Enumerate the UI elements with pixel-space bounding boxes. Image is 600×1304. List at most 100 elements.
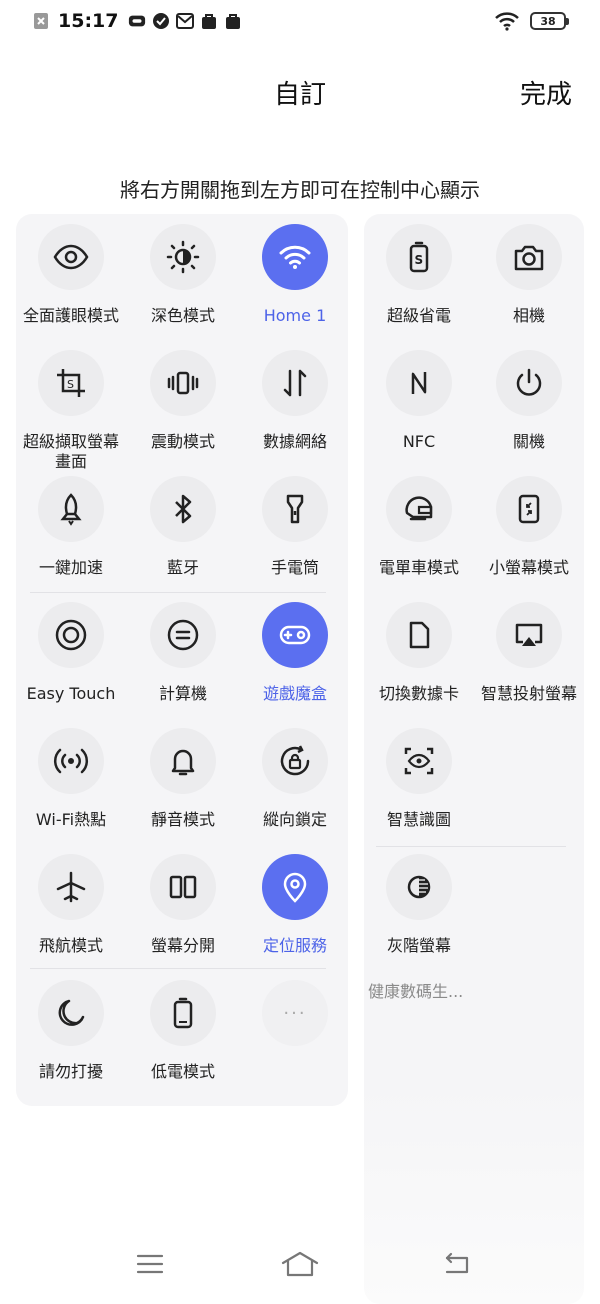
status-bar: 15:17 38 [0,0,600,48]
svg-text:S: S [415,253,424,267]
tile-label: 計算機 [158,684,207,703]
tile-label: 智慧識圖 [386,810,451,829]
tile-grayscale[interactable]: 灰階螢幕 [364,854,474,956]
tile-split-screen[interactable]: 螢幕分開 [128,854,238,956]
tile-super-power-saving[interactable]: S 超級省電 [364,224,474,326]
back-icon [445,1252,469,1274]
tile-switch-sim[interactable]: 切換數據卡 [364,602,474,704]
tile-silent[interactable]: 靜音模式 [128,728,238,830]
tile-eye-care[interactable]: 全面護眼模式 [16,224,126,326]
tile-label: Wi-Fi熱點 [35,810,107,829]
screen-cast-icon [496,602,562,668]
tile-label: 超級省電 [386,306,451,325]
tile-power-off[interactable]: 關機 [474,350,584,452]
tile-mobile-data[interactable]: 數據網絡 [240,350,350,452]
tile-label: 定位服務 [262,936,327,955]
tile-label: 電單車模式 [378,558,459,577]
status-right: 38 [494,12,569,31]
tile-flashlight[interactable]: 手電筒 [240,476,350,578]
check-icon [152,12,170,30]
tile-screenshot[interactable]: S 超級擷取螢幕畫面 [16,350,126,472]
dark-mode-icon [150,224,216,290]
tile-visual-search[interactable]: 智慧識圖 [364,728,474,830]
tile-label: 全面護眼模式 [22,306,119,325]
bluetooth-icon [150,476,216,542]
power-saving-icon: S [386,224,452,290]
page-title: 自訂 [273,80,326,110]
health-digital-label[interactable]: 健康數碼生... [368,978,463,1002]
menu-button[interactable] [130,1246,170,1282]
tile-do-not-disturb[interactable]: 請勿打擾 [16,980,126,1082]
close-notification-icon [32,12,50,30]
tile-label: 灰階螢幕 [386,936,451,955]
rocket-icon [38,476,104,542]
grayscale-icon [386,854,452,920]
home-icon [281,1251,319,1277]
wifi-signal-icon [494,12,520,31]
tile-dark-mode[interactable]: 深色模式 [128,224,238,326]
tile-boost[interactable]: 一鍵加速 [16,476,126,578]
split-screen-icon [150,854,216,920]
flashlight-icon [262,476,328,542]
vibrate-icon [150,350,216,416]
wifi-icon [262,224,328,290]
mobile-data-icon [262,350,328,416]
eye-icon [38,224,104,290]
hotspot-icon [38,728,104,794]
camera-icon [496,224,562,290]
tile-airplane[interactable]: 飛航模式 [16,854,126,956]
tile-nfc[interactable]: NFC [364,350,474,452]
tile-calculator[interactable]: 計算機 [128,602,238,704]
header: 自訂 完成 [0,60,600,124]
moon-icon [38,980,104,1046]
battery-icon [150,980,216,1046]
tile-low-power[interactable]: 低電模式 [128,980,238,1082]
done-button[interactable]: 完成 [520,74,572,111]
tile-screen-cast[interactable]: 智慧投射螢幕 [474,602,584,704]
tile-label: 縱向鎖定 [262,810,327,829]
tile-game-box[interactable]: 遊戲魔盒 [240,602,350,704]
tile-label: NFC [402,432,436,451]
tile-label: 超級擷取螢幕畫面 [22,432,119,471]
battery-indicator: 38 [530,12,569,30]
bag-icon [200,12,218,30]
navigation-bar [0,1240,600,1290]
tile-more[interactable]: ··· [240,980,350,1046]
tile-wifi[interactable]: Home 1 [240,224,350,326]
tile-label: 相機 [512,306,545,325]
tile-hotspot[interactable]: Wi-Fi熱點 [16,728,126,830]
status-left: 15:17 [32,10,242,32]
tile-camera[interactable]: 相機 [474,224,584,326]
more-icon: ··· [262,980,328,1046]
tile-label: Easy Touch [26,684,116,703]
tile-bluetooth[interactable]: 藍牙 [128,476,238,578]
status-time: 15:17 [58,10,119,32]
mail-icon [176,12,195,30]
tile-rotation-lock[interactable]: 縱向鎖定 [240,728,350,830]
bag-icon [224,12,242,30]
power-icon [496,350,562,416]
rotation-lock-icon [262,728,328,794]
calculator-icon [150,602,216,668]
home-button[interactable] [280,1246,320,1282]
back-button[interactable] [436,1246,476,1282]
tile-location[interactable]: 定位服務 [240,854,350,956]
gamepad-icon [262,602,328,668]
tile-motorcycle-mode[interactable]: 電單車模式 [364,476,474,578]
visual-search-icon [386,728,452,794]
tile-easy-touch[interactable]: Easy Touch [16,602,126,704]
tile-label: 螢幕分開 [150,936,215,955]
tile-label: 一鍵加速 [38,558,103,577]
tile-label: 靜音模式 [150,810,215,829]
tile-vibrate[interactable]: 震動模式 [128,350,238,452]
tile-small-screen[interactable]: 小螢幕模式 [474,476,584,578]
divider [376,846,566,847]
menu-icon [136,1254,164,1274]
airplane-icon [38,854,104,920]
tile-label: 關機 [512,432,545,451]
tile-label: 藍牙 [166,558,199,577]
tile-label: 數據網絡 [262,432,327,451]
tile-label: 請勿打擾 [38,1062,103,1081]
small-screen-icon [496,476,562,542]
tile-label: 飛航模式 [38,936,103,955]
